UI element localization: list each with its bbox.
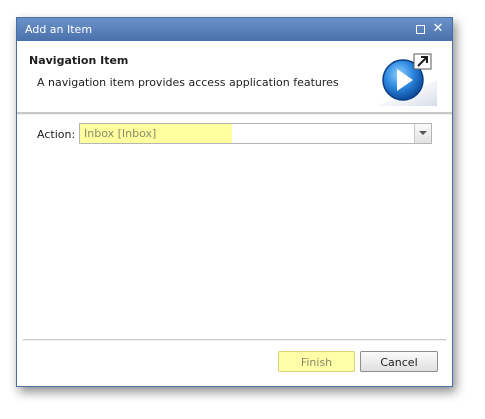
finish-button[interactable]: Finish — [278, 351, 355, 372]
header-title: Navigation Item — [29, 54, 129, 67]
add-item-dialog: Add an Item ✕ Navigation Item A navigati… — [16, 17, 453, 387]
footer-divider — [23, 339, 446, 341]
maximize-icon[interactable] — [414, 21, 428, 37]
dialog-header: Navigation Item A navigation item provid… — [17, 41, 452, 112]
titlebar[interactable]: Add an Item ✕ — [17, 18, 452, 41]
action-value[interactable]: Inbox [Inbox] — [80, 124, 232, 143]
action-select[interactable]: Inbox [Inbox] — [79, 123, 432, 144]
action-dropdown-button[interactable] — [414, 124, 431, 143]
action-label: Action: — [37, 128, 76, 141]
window-title: Add an Item — [25, 23, 93, 36]
close-icon[interactable]: ✕ — [431, 21, 445, 37]
header-description: A navigation item provides access applic… — [37, 76, 339, 89]
header-divider — [17, 112, 452, 115]
navigation-item-icon — [377, 53, 437, 106]
chevron-down-icon — [419, 131, 427, 135]
cancel-button[interactable]: Cancel — [360, 351, 438, 372]
